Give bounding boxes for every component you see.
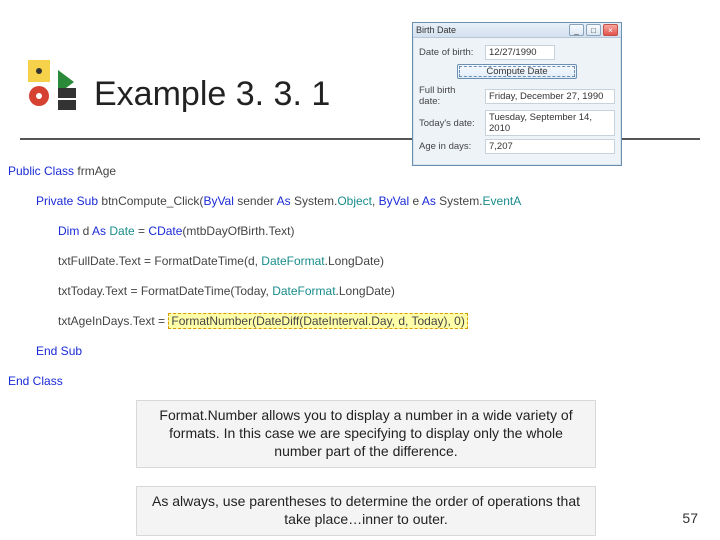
code-text: btnCompute_Click( — [101, 194, 203, 208]
code-text: .LongDate) — [325, 254, 384, 268]
code-kw: Dim — [58, 224, 79, 238]
today-output: Tuesday, September 14, 2010 — [485, 110, 615, 136]
code-text: , — [372, 194, 379, 208]
age-label: Age in days: — [419, 141, 479, 152]
logo-graphic — [28, 60, 80, 112]
code-text: System. — [291, 194, 338, 208]
code-kw: As — [92, 224, 106, 238]
page-number: 57 — [682, 510, 698, 526]
code-text: txtFullDate.Text = FormatDateTime(d, — [58, 254, 261, 268]
code-type: Date — [106, 224, 135, 238]
code-kw: End Sub — [36, 344, 82, 358]
code-text: d — [79, 224, 92, 238]
code-text: (mtbDayOfBirth.Text) — [182, 224, 294, 238]
app-window: Birth Date _ □ × Date of birth: 12/27/19… — [412, 22, 622, 166]
close-button[interactable]: × — [603, 24, 618, 36]
code-text: txtToday.Text = FormatDateTime(Today, — [58, 284, 272, 298]
code-type: EventA — [483, 194, 522, 208]
caption-parentheses: As always, use parentheses to determine … — [136, 486, 596, 536]
compute-button[interactable]: Compute Date — [457, 64, 577, 79]
code-kw: As — [277, 194, 291, 208]
code-text: e — [409, 194, 422, 208]
highlighted-code: FormatNumber(DateDiff(DateInterval.Day, … — [168, 313, 467, 329]
code-kw: Private Sub — [36, 194, 98, 208]
minimize-button[interactable]: _ — [569, 24, 584, 36]
code-type: DateFormat — [261, 254, 324, 268]
window-title: Birth Date — [416, 25, 456, 35]
code-type: Object — [337, 194, 372, 208]
code-kw: ByVal — [203, 194, 233, 208]
slide-title: Example 3. 3. 1 — [94, 75, 330, 114]
caption-formatnumber: Format.Number allows you to display a nu… — [136, 400, 596, 468]
code-kw: ByVal — [379, 194, 409, 208]
titlebar: Birth Date _ □ × — [413, 23, 621, 38]
today-label: Today's date: — [419, 118, 479, 129]
code-text: = — [135, 224, 149, 238]
code-text: sender — [234, 194, 277, 208]
dob-label: Date of birth: — [419, 47, 479, 58]
code-text: txtAgeInDays.Text = — [58, 314, 168, 328]
code-kw: As — [422, 194, 436, 208]
maximize-button[interactable]: □ — [586, 24, 601, 36]
code-text: System. — [436, 194, 483, 208]
full-output: Friday, December 27, 1990 — [485, 89, 615, 104]
age-output: 7,207 — [485, 139, 615, 154]
code-block: Public Class frmAge Private Sub btnCompu… — [8, 156, 704, 396]
code-kw: End Class — [8, 374, 63, 388]
code-kw: CDate — [148, 224, 182, 238]
full-label: Full birth date: — [419, 85, 479, 107]
code-type: DateFormat — [272, 284, 335, 298]
code-kw: Public Class — [8, 164, 74, 178]
code-text: frmAge — [77, 164, 116, 178]
code-text: .LongDate) — [336, 284, 395, 298]
dob-input[interactable]: 12/27/1990 — [485, 45, 555, 60]
